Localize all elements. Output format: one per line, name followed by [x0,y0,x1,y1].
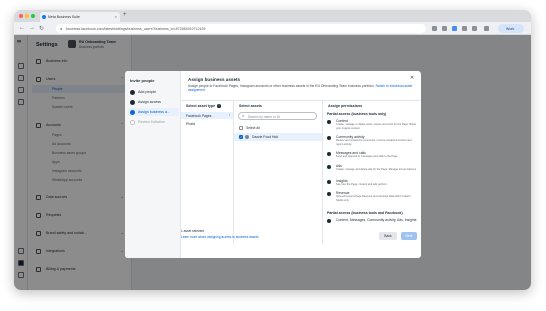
step-assign-business-assets: Assign business a... [128,108,179,116]
back-button[interactable]: Back [379,232,397,240]
current-step-icon [130,109,135,115]
step-label: Assign access [138,100,161,104]
work-profile-button[interactable]: Work [498,24,524,33]
pending-step-icon [130,119,135,125]
permission-description: Create, manage and delete ads for the Pa… [336,168,417,172]
dialog-title: Assign business assets [188,77,241,82]
dialog-steps-panel: Invite people Add people Assign access A… [125,71,181,258]
dialog-description: Assign people to Facebook Pages, Instagr… [188,84,413,93]
learn-more-link[interactable]: Learn more about assigning access to bus… [181,235,258,239]
next-button[interactable]: Next [401,232,417,240]
step-review-invitation: Review invitation [128,118,179,126]
select-assets-column: Select assets ⌕ ✓Select all ✓ Dazzle Food… [234,101,323,244]
asset-type-header-text: Select asset type [186,104,216,108]
permissions-column: Assign permissions Partial access (busin… [323,101,421,244]
meta-favicon-icon [42,15,46,19]
page-avatar [244,134,249,140]
step-label: Add people [138,90,157,94]
toggle-on-icon[interactable] [327,120,332,125]
asset-label: Dazzle Food Hub [252,135,279,140]
dialog-description-text: Assign people to Facebook Pages, Instagr… [188,84,375,88]
asset-type-header: Select asset type i [186,104,221,108]
permission-description: Send and respond to messages and calls t… [336,155,399,159]
tab-close-icon[interactable]: × [115,14,117,19]
asset-search[interactable]: ⌕ [238,112,317,120]
checkmark-circle-icon [130,99,135,105]
step-label: Assign business a... [138,110,170,114]
toggle-on-icon[interactable] [327,136,332,141]
lock-icon: ● [60,26,63,31]
toggle-on-icon[interactable] [327,152,332,157]
reload-icon[interactable]: ↻ [39,25,44,32]
checkmark-circle-icon [130,89,135,95]
step-label: Review invitation [138,120,165,124]
permission-description: See how the Page, content and ads perfor… [336,183,388,187]
asset-type-label: Facebook Pages [186,113,212,118]
minimize-window-icon[interactable] [25,14,29,18]
select-all-label: Select all [246,126,260,131]
close-icon[interactable]: ✕ [410,75,414,81]
url-field[interactable]: ● business.facebook.com/latest/settings/… [56,24,426,33]
forward-arrow-icon[interactable]: → [29,25,35,31]
url-text: business.facebook.com/latest/settings/bu… [66,26,206,31]
partial-access-heading: Partial access (business tools only) [327,112,387,116]
permission-description: View and export Page Revenue and earning… [336,195,411,202]
select-all-checkbox[interactable]: ✓ [239,126,243,130]
partial-access-heading-2: Partial access (business tools and Faceb… [327,211,403,215]
close-window-icon[interactable] [19,14,23,18]
permission-label: Content, Messages, Community activity, A… [336,218,417,222]
zoom-window-icon[interactable] [31,14,35,18]
sidepanel-icon[interactable] [484,26,489,31]
asset-type-facebook-pages[interactable]: Facebook Pages › [181,112,233,119]
info-icon[interactable]: i [217,104,221,108]
asset-type-pixels[interactable]: Pixels [181,120,233,127]
page: ∞ Settings RU Onboarding Team Business p… [14,35,531,290]
desktop: Meta Business Suite × + ← → ↻ ● business… [0,0,546,311]
back-arrow-icon[interactable]: ← [19,25,25,31]
tab-strip: Meta Business Suite × + [14,10,531,22]
select-assets-header: Select assets [239,104,262,108]
browser-tab[interactable]: Meta Business Suite × [40,12,120,22]
step-assign-access: Assign access [128,98,179,106]
asset-type-label: Pixels [186,121,196,126]
extension-icon[interactable] [432,26,437,31]
toggle-on-icon[interactable] [327,219,332,224]
toggle-on-icon[interactable] [327,192,332,197]
browser-window: Meta Business Suite × + ← → ↻ ● business… [14,10,531,290]
new-tab-icon[interactable]: + [123,12,127,18]
permissions-header: Assign permissions [328,104,363,108]
asset-checkbox[interactable]: ✓ [239,135,243,139]
extension-icon[interactable] [452,26,457,31]
step-add-people: Add people [128,88,179,96]
extension-icon[interactable] [442,26,447,31]
tab-title: Meta Business Suite [48,15,80,19]
selection-count: 1 asset selected [181,229,205,233]
search-icon: ⌕ [242,113,245,119]
select-all-row[interactable]: ✓ Select all [234,124,322,132]
steps-title: Invite people [130,78,155,83]
toggle-on-icon[interactable] [327,165,332,170]
asset-type-column: Select asset type i Facebook Pages › Pixel… [181,101,234,244]
work-profile-label: Work [506,26,515,31]
address-bar-row: ← → ↻ ● business.facebook.com/latest/set… [14,22,531,35]
permission-description: Review and respond to comments, remove u… [336,139,412,146]
chevron-right-icon: › [228,113,230,117]
permission-description: Create, manage or delete posts, stories … [336,123,417,130]
extension-icon[interactable] [462,26,467,31]
extension-icon[interactable] [472,26,477,31]
assign-assets-dialog: Invite people Add people Assign access A… [125,71,421,258]
asset-search-input[interactable] [248,114,314,119]
toggle-on-icon[interactable] [327,180,332,185]
asset-row[interactable]: ✓ Dazzle Food Hub [234,133,322,141]
